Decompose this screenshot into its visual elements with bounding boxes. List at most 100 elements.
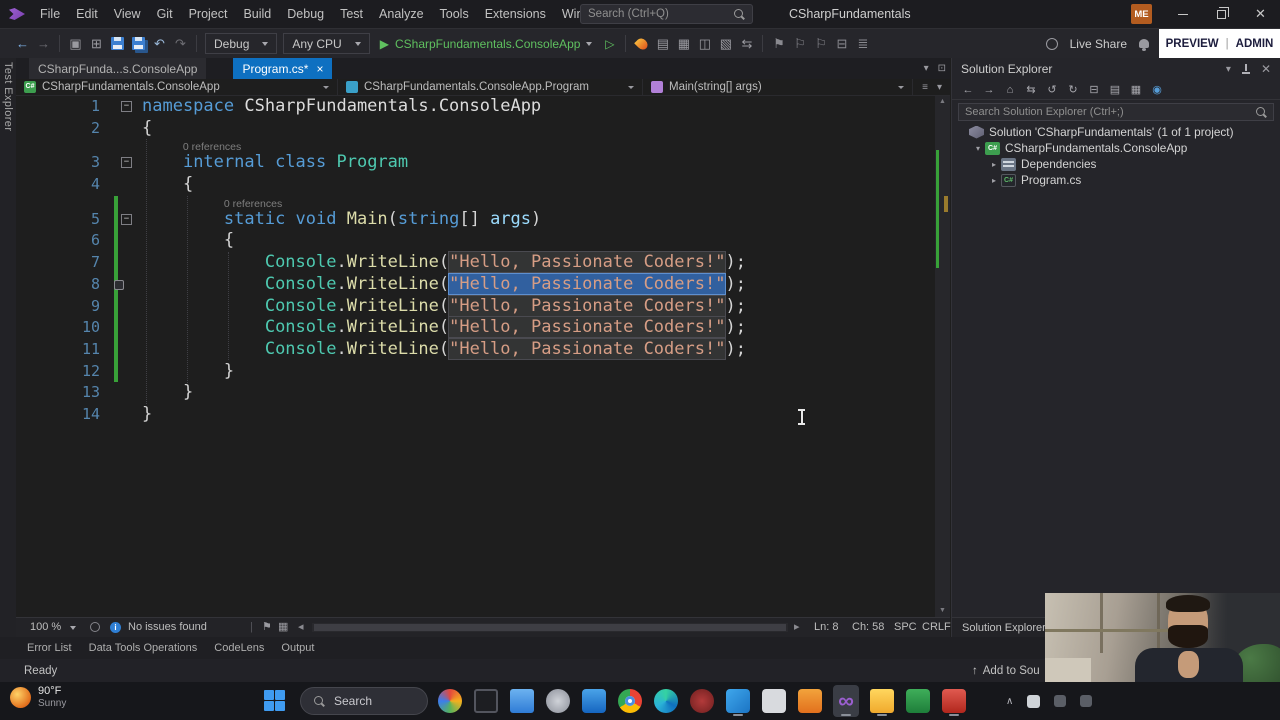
taskbar-pinwheel-app-icon[interactable]: [437, 685, 463, 717]
start-button[interactable]: [264, 690, 286, 712]
taskbar-edge-icon[interactable]: [653, 685, 679, 717]
taskbar-folder-icon[interactable]: [869, 685, 895, 717]
tray-app-icon[interactable]: [1054, 695, 1067, 707]
fold-marker[interactable]: −: [121, 213, 132, 225]
vertical-scrollbar[interactable]: ▲ ▼: [935, 96, 950, 617]
refresh-icon[interactable]: ↻: [1064, 83, 1082, 96]
scroll-right-arrow-icon[interactable]: ▸: [794, 618, 800, 637]
code-line-11[interactable]: 11 Console.WriteLine("Hello, Passionate …: [16, 338, 935, 361]
tree-item-3[interactable]: ▸ Program.cs: [952, 172, 1280, 188]
save-all-icon[interactable]: [128, 32, 149, 56]
code-editor[interactable]: 1− namespace CSharpFundamentals.ConsoleAp…: [16, 96, 935, 617]
active-files-dropdown-icon[interactable]: ▾: [924, 63, 929, 74]
menu-file[interactable]: File: [32, 0, 68, 28]
new-project-icon[interactable]: ▣: [65, 32, 86, 56]
line-indicator[interactable]: Ln: 8: [814, 618, 838, 637]
redo-icon[interactable]: ↷: [170, 32, 191, 56]
scroll-left-arrow-icon[interactable]: ◂: [298, 618, 304, 637]
restore-button[interactable]: [1202, 0, 1241, 28]
quick-search-box[interactable]: Search (Ctrl+Q): [580, 4, 753, 24]
expander-icon[interactable]: ▾: [972, 144, 984, 153]
taskbar-orange-app-icon[interactable]: [797, 685, 823, 717]
pin-icon[interactable]: [1241, 63, 1251, 75]
issues-status[interactable]: No issues found: [128, 618, 207, 637]
float-window-icon[interactable]: ⊡: [938, 63, 946, 74]
split-window-icon[interactable]: ▾: [937, 82, 942, 93]
configuration-dropdown[interactable]: Debug: [205, 33, 278, 54]
menu-view[interactable]: View: [106, 0, 149, 28]
menu-build[interactable]: Build: [235, 0, 279, 28]
taskbar-green-app-icon[interactable]: [905, 685, 931, 717]
tree-item-0[interactable]: Solution 'CSharpFundamentals' (1 of 1 pr…: [952, 124, 1280, 140]
tray-chevron-up-icon[interactable]: ∧: [1006, 696, 1013, 707]
document-outline-icon[interactable]: ≡: [922, 82, 928, 93]
tree-item-2[interactable]: ▸ Dependencies: [952, 156, 1280, 172]
pending-changes-icon[interactable]: ↺: [1043, 83, 1061, 96]
switch-views-icon[interactable]: ⇆: [1022, 83, 1040, 96]
taskbar-maroon-app-icon[interactable]: [689, 685, 715, 717]
spaces-indicator[interactable]: SPC: [894, 618, 917, 637]
start-without-debugging-button[interactable]: ▷: [599, 32, 620, 56]
show-all-files-icon[interactable]: ▤: [1106, 83, 1124, 96]
taskbar-vscode-icon[interactable]: [725, 685, 751, 717]
add-item-icon[interactable]: ⊞: [86, 32, 107, 56]
bookmark-folder-icon[interactable]: ⊟: [831, 32, 852, 56]
code-line-8[interactable]: 8 Console.WriteLine("Hello, Passionate C…: [16, 273, 935, 296]
account-badge[interactable]: ME: [1131, 4, 1152, 24]
taskbar-blue-app-icon[interactable]: [581, 685, 607, 717]
zoom-dropdown-icon[interactable]: [70, 626, 76, 630]
code-line-7[interactable]: 7 Console.WriteLine("Hello, Passionate C…: [16, 252, 935, 274]
taskbar-gray-app-icon[interactable]: [545, 685, 571, 717]
tray-app-icon[interactable]: [1027, 694, 1041, 708]
next-bookmark-icon[interactable]: ⚐: [810, 32, 831, 56]
test-explorer-vertical-tab[interactable]: Test Explorer: [2, 62, 14, 131]
scroll-down-arrow-icon[interactable]: ▼: [935, 605, 950, 617]
live-unit-testing-icon[interactable]: ▤: [652, 32, 673, 56]
taskbar-search-box[interactable]: Search: [300, 687, 428, 715]
save-icon[interactable]: [107, 32, 128, 56]
hot-reload-icon[interactable]: [631, 32, 652, 56]
bottom-tab-error-list[interactable]: Error List: [27, 642, 72, 654]
navigate-backward-icon[interactable]: ←: [12, 32, 33, 56]
breadcrumb-member[interactable]: Main(string[] args): [643, 79, 913, 95]
close-icon[interactable]: ✕: [1261, 62, 1271, 76]
taskbar-virtual-desktop-icon[interactable]: [473, 685, 499, 717]
tree-item-1[interactable]: ▾ CSharpFundamentals.ConsoleApp: [952, 140, 1280, 156]
home-icon[interactable]: ⌂: [1001, 84, 1019, 96]
fold-marker[interactable]: −: [121, 157, 132, 169]
scroll-up-arrow-icon[interactable]: ▲: [935, 96, 950, 108]
compare-files-icon[interactable]: ⇆: [736, 32, 757, 56]
code-line-5[interactable]: 5 − static void Main(string[] args): [16, 208, 935, 231]
health-indicator-icon[interactable]: [90, 622, 100, 632]
menu-analyze[interactable]: Analyze: [371, 0, 431, 28]
status-strip-icon[interactable]: ▦: [278, 618, 288, 637]
previous-bookmark-icon[interactable]: ⚐: [789, 32, 810, 56]
menu-debug[interactable]: Debug: [279, 0, 332, 28]
test-grid-icon[interactable]: ▦: [673, 32, 694, 56]
expander-icon[interactable]: ▸: [988, 160, 1000, 169]
preview-selected-icon[interactable]: ◉: [1148, 83, 1166, 96]
code-line-1[interactable]: 1 − namespace CSharpFundamentals.ConsoleAp…: [16, 96, 935, 118]
tray-app-icon[interactable]: [1080, 695, 1093, 707]
minimize-button[interactable]: [1163, 0, 1202, 28]
undo-icon[interactable]: ↶: [149, 32, 170, 56]
solution-explorer-search[interactable]: Search Solution Explorer (Ctrl+;): [958, 103, 1274, 121]
bookmark-icon[interactable]: ⚑: [768, 32, 789, 56]
bottom-tab-codelens[interactable]: CodeLens: [214, 642, 264, 654]
forward-icon[interactable]: →: [980, 84, 998, 96]
breadcrumb-project[interactable]: CSharpFundamentals.ConsoleApp: [16, 79, 338, 95]
code-line-10[interactable]: 10 Console.WriteLine("Hello, Passionate …: [16, 317, 935, 339]
properties-icon[interactable]: ▦: [1127, 83, 1145, 96]
menu-edit[interactable]: Edit: [68, 0, 106, 28]
code-map-icon[interactable]: ◫: [694, 32, 715, 56]
collapse-all-icon[interactable]: ⊟: [1085, 83, 1103, 96]
taskbar-visual-studio-icon[interactable]: ∞: [833, 685, 859, 717]
navigate-forward-icon[interactable]: →: [33, 32, 54, 56]
back-icon[interactable]: ←: [959, 84, 977, 96]
live-share-button[interactable]: Live Share: [1070, 37, 1127, 51]
weather-widget[interactable]: 90°F Sunny: [10, 685, 66, 710]
close-icon[interactable]: ×: [316, 63, 323, 75]
code-line-2[interactable]: 2{: [16, 118, 935, 140]
code-line-13[interactable]: 13 }: [16, 382, 935, 404]
quick-actions-icon[interactable]: [114, 279, 124, 290]
